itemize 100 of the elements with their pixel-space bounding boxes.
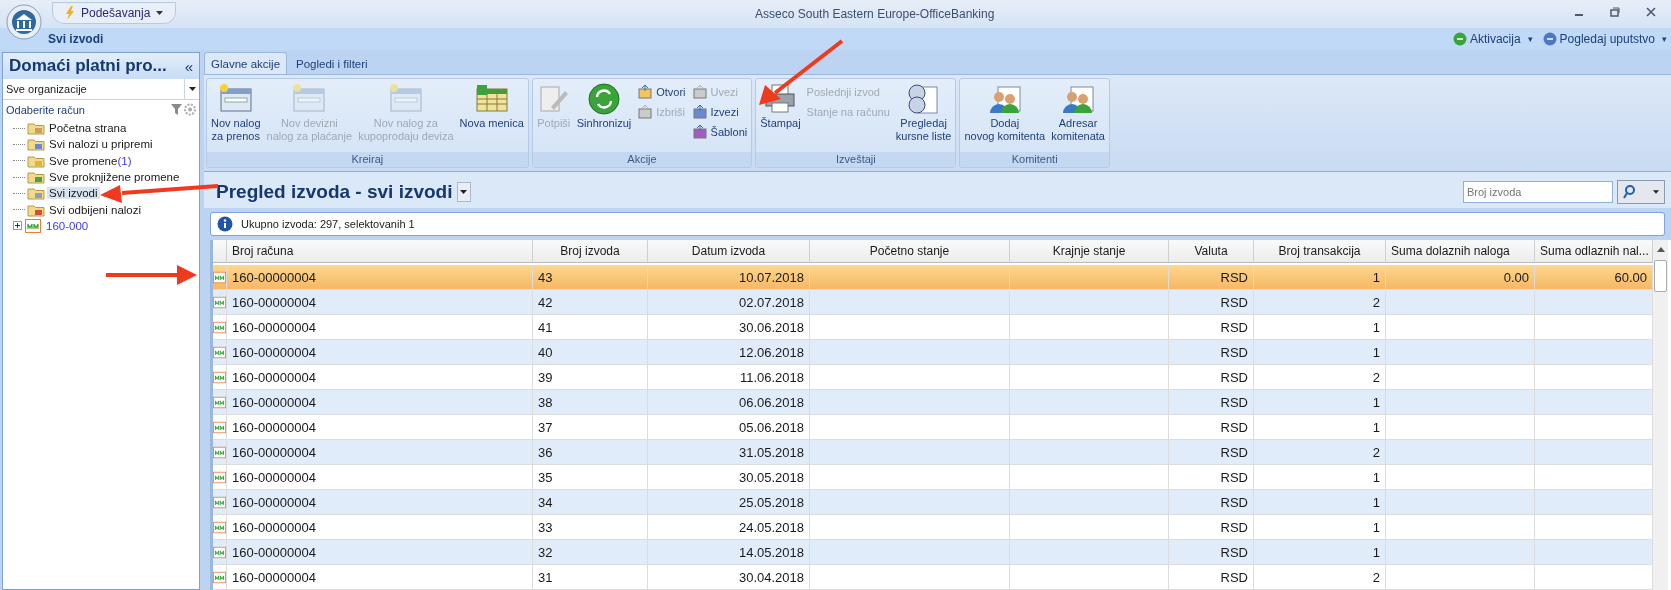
ribbon-button[interactable]: Otvori (637, 83, 686, 100)
tree-item[interactable]: Sve proknjižene promene (47, 171, 182, 184)
caret-icon (460, 190, 467, 194)
ribbon-button[interactable]: Adresar komitenata (1051, 81, 1105, 143)
info-icon (217, 216, 233, 232)
close-icon[interactable] (1645, 6, 1657, 18)
table-cell: 05.06.2018 (648, 415, 810, 440)
search-field[interactable]: Broj izvoda (1463, 181, 1613, 203)
settings-menu-button[interactable]: Podešavanja (52, 2, 177, 24)
table-cell: RSD (1169, 515, 1254, 540)
table-cell: 30.06.2018 (648, 315, 810, 340)
tree-item[interactable]: 160-000 (44, 219, 91, 232)
column-header[interactable]: Broj računa (227, 240, 533, 263)
row-header-cell[interactable] (213, 290, 227, 315)
search-button[interactable] (1617, 180, 1665, 204)
row-header-cell[interactable] (213, 390, 227, 415)
column-header (213, 240, 227, 263)
filter-icon[interactable] (171, 103, 197, 116)
row-header-cell[interactable] (213, 265, 227, 290)
caret-icon (1653, 190, 1659, 194)
collapse-button[interactable]: « (184, 57, 193, 75)
ribbon-button[interactable]: Šabloni (691, 123, 748, 140)
table-cell: 32 (533, 540, 648, 565)
tree-item[interactable]: Svi izvodi (47, 187, 100, 200)
expand-icon[interactable] (13, 221, 22, 231)
tree-item[interactable]: Svi nalozi u pripremi (47, 138, 155, 151)
column-header[interactable]: Datum izvoda (648, 240, 810, 263)
table-cell: 160-00000004 (227, 415, 533, 440)
table-cell: 43 (533, 265, 648, 290)
ribbon-button[interactable]: Nov nalog za prenos (211, 81, 261, 143)
row-header-cell[interactable] (213, 465, 227, 490)
restore-icon[interactable] (1609, 6, 1621, 18)
ribbon-tab[interactable]: Glavne akcije (204, 52, 288, 74)
info-text: Ukupno izvoda: 297, selektovanih 1 (241, 218, 415, 230)
ribbon-tab[interactable]: Pogledi i filteri (289, 52, 375, 74)
page-title: Svi izvodi (48, 32, 104, 46)
row-header-cell[interactable] (213, 440, 227, 465)
table-cell: 2 (1254, 565, 1386, 590)
table-cell: 1 (1254, 490, 1386, 515)
group-label: Akcije (532, 152, 752, 167)
group-label: Izveštaji (756, 152, 956, 167)
table-cell: 160-00000004 (227, 490, 533, 515)
ribbon-button[interactable]: Dodaj novog komitenta (964, 81, 1046, 143)
table-cell: 38 (533, 390, 648, 415)
document-icon (691, 84, 708, 99)
row-header-cell[interactable] (213, 415, 227, 440)
column-header[interactable]: Broj izvoda (533, 240, 648, 263)
ribbon-button[interactable]: Izvezi (691, 103, 748, 120)
column-header[interactable]: Suma dolaznih naloga (1386, 240, 1535, 263)
table-cell: RSD (1169, 390, 1254, 415)
help-button[interactable]: Pogledaj uputstvo ▾ (1542, 32, 1667, 46)
table-cell: 11.06.2018 (648, 365, 810, 390)
window-title: Asseco South Eastern Europe-OfficeBanking (754, 6, 996, 21)
column-header[interactable]: Valuta (1169, 240, 1254, 263)
table-cell: 25.05.2018 (648, 490, 810, 515)
statement-icon (213, 470, 226, 484)
column-header[interactable]: Broj transakcija (1254, 240, 1386, 263)
organization-dropdown[interactable]: Sve organizacije (3, 79, 199, 100)
folder-icon (27, 137, 45, 152)
row-header-cell[interactable] (213, 515, 227, 540)
tree-item[interactable]: Sve promene(1) (47, 154, 134, 167)
table-cell: 1 (1254, 415, 1386, 440)
table-cell: 30.05.2018 (648, 465, 810, 490)
table-cell: 12.06.2018 (648, 340, 810, 365)
table-cell: RSD (1169, 540, 1254, 565)
row-header-cell[interactable] (213, 340, 227, 365)
table-cell: 160-00000004 (227, 315, 533, 340)
table-cell: 39 (533, 365, 648, 390)
row-header-cell[interactable] (213, 540, 227, 565)
ribbon-button[interactable]: Sinhronizuj (576, 81, 632, 130)
table-cell: 160-00000004 (227, 365, 533, 390)
view-dropdown-button[interactable] (456, 182, 471, 202)
row-header-cell[interactable] (213, 565, 227, 590)
column-header[interactable]: Krajnje stanje (1010, 240, 1169, 263)
row-header-cell[interactable] (213, 365, 227, 390)
activation-button[interactable]: Aktivacija ▾ (1452, 32, 1533, 46)
row-header-cell[interactable] (213, 315, 227, 340)
column-header[interactable]: Početno stanje (810, 240, 1010, 263)
ribbon-button[interactable]: Pregledaj kursne liste (895, 81, 952, 143)
scrollbar[interactable] (1653, 240, 1668, 590)
caret-icon (156, 11, 164, 15)
table-cell: 1 (1254, 340, 1386, 365)
arrow-up-icon[interactable] (1656, 246, 1665, 252)
row-header-cell[interactable] (213, 490, 227, 515)
table-cell: RSD (1169, 340, 1254, 365)
form-icon (218, 83, 253, 115)
table-cell: 24.05.2018 (648, 515, 810, 540)
table-cell: 2 (1254, 440, 1386, 465)
statement-icon (213, 420, 226, 434)
ribbon-button[interactable]: Nova menica (459, 81, 524, 130)
table-cell: 42 (533, 290, 648, 315)
people-icon (1061, 83, 1096, 115)
tree-item[interactable]: Svi odbijeni nalozi (47, 203, 144, 216)
tree-item[interactable]: Početna strana (47, 122, 129, 135)
column-header[interactable]: Suma odlaznih nal... (1535, 240, 1653, 263)
table-cell: RSD (1169, 290, 1254, 315)
statement-icon (213, 395, 226, 409)
scroll-thumb[interactable] (1654, 260, 1667, 292)
table-cell: 30.04.2018 (648, 565, 810, 590)
table-cell: 2 (1254, 365, 1386, 390)
